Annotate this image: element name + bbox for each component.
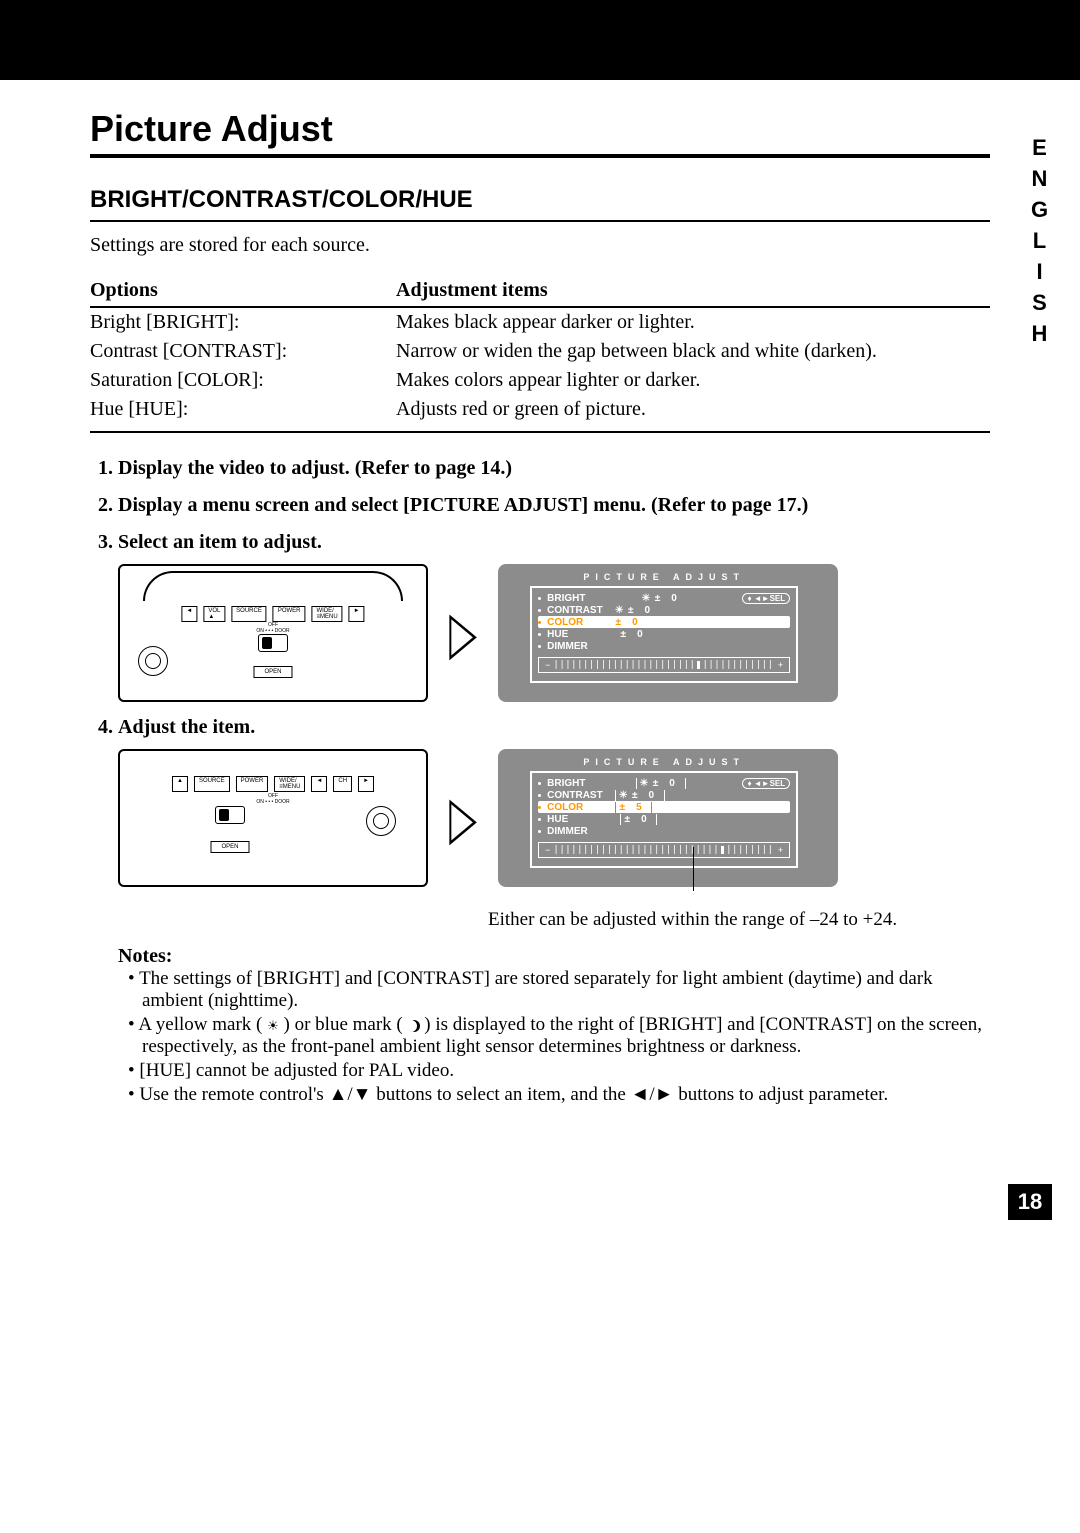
notes-list: The settings of [BRIGHT] and [CONTRAST] … [118,968,990,1106]
page-title: Picture Adjust [90,108,990,158]
table-row: Contrast [CONTRAST]: Narrow or widen the… [90,337,990,366]
section-heading: BRIGHT/CONTRAST/COLOR/HUE [90,186,990,222]
device-panel-illustration: ◄ VOL ▲ SOURCE POWER WIDE/≡MENU ► OFFON … [118,564,428,702]
arrow-icon: ▷ [449,788,477,848]
language-tab: ENGLISH [1026,135,1052,352]
step-1: Display the video to adjust. (Refer to p… [118,457,990,480]
osd-screen-adjust: PICTURE ADJUST BRIGHT☀± 0 ♦ ◄►SEL CONTRA… [498,749,838,887]
note-item: The settings of [BRIGHT] and [CONTRAST] … [128,968,990,1012]
opt-cell: Bright [BRIGHT]: [90,307,396,337]
range-caption: Either can be adjusted within the range … [488,909,990,931]
callout-line [488,887,990,901]
opt-cell: Hue [HUE]: [90,395,396,432]
table-row: Bright [BRIGHT]: Makes black appear dark… [90,307,990,337]
note-item: Use the remote control's ▲/▼ buttons to … [128,1084,990,1106]
desc-cell: Adjusts red or green of picture. [396,395,990,432]
device-panel-illustration: ▲ SOURCE POWER WIDE/≡MENU ◄ CH ► OFFON •… [118,749,428,887]
section-intro: Settings are stored for each source. [90,234,990,257]
options-table: Options Adjustment items Bright [BRIGHT]… [90,275,990,433]
note-item: [HUE] cannot be adjusted for PAL video. [128,1060,990,1082]
table-row: Hue [HUE]: Adjusts red or green of pictu… [90,395,990,432]
opt-cell: Contrast [CONTRAST]: [90,337,396,366]
osd-screen-select: PICTURE ADJUST BRIGHT☀± 0 ♦ ◄►SEL CONTRA… [498,564,838,702]
notes-heading: Notes: [118,945,990,968]
page-number: 18 [1008,1184,1052,1220]
desc-cell: Makes black appear darker or lighter. [396,307,990,337]
table-row: Saturation [COLOR]: Makes colors appear … [90,366,990,395]
step-3: Select an item to adjust. ◄ VOL ▲ SOURCE… [118,531,990,702]
step-2: Display a menu screen and select [PICTUR… [118,494,990,517]
note-item: A yellow mark ( ☀ ) or blue mark ( ) is … [128,1014,990,1058]
arrow-icon: ▷ [449,603,477,663]
sun-icon: ☀ [267,1018,279,1033]
step-4: Adjust the item. ▲ SOURCE POWER WIDE/≡ME… [118,716,990,1106]
th-items: Adjustment items [396,275,990,307]
moon-icon [408,1020,420,1032]
desc-cell: Makes colors appear lighter or darker. [396,366,990,395]
opt-cell: Saturation [COLOR]: [90,366,396,395]
desc-cell: Narrow or widen the gap between black an… [396,337,990,366]
th-options: Options [90,275,396,307]
